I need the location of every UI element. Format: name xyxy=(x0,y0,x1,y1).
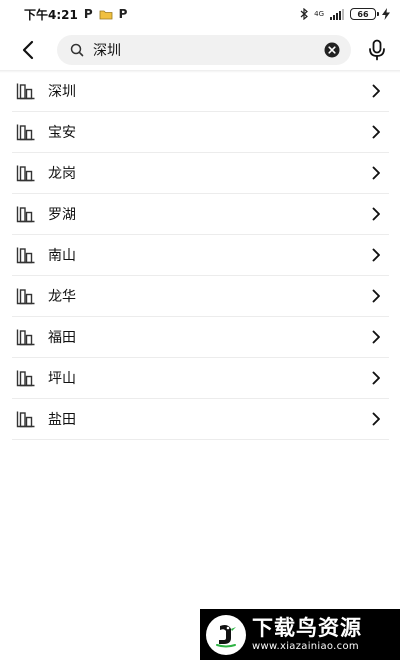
voice-search-button[interactable] xyxy=(364,36,390,64)
watermark-title: 下载鸟资源 xyxy=(252,616,362,641)
back-button[interactable] xyxy=(14,36,42,64)
result-item[interactable]: 盐田 xyxy=(12,399,389,440)
watermark-badge: 下载鸟资源 www.xiazainiao.com xyxy=(200,609,400,660)
result-item[interactable]: 福田 xyxy=(12,317,389,358)
status-left: 下午4:21 P P xyxy=(24,5,127,24)
result-label: 龙华 xyxy=(48,289,76,305)
result-label: 罗湖 xyxy=(48,207,76,223)
result-label: 宝安 xyxy=(48,125,76,141)
result-item[interactable]: 龙华 xyxy=(12,276,389,317)
building-icon xyxy=(15,245,37,265)
result-label: 深圳 xyxy=(48,84,76,100)
status-bar: 下午4:21 P P 4G 66 xyxy=(0,0,400,28)
result-label: 福田 xyxy=(48,330,76,346)
result-label: 盐田 xyxy=(48,412,76,428)
result-label: 坪山 xyxy=(48,371,76,387)
status-right: 4G 66 xyxy=(300,5,390,24)
battery-indicator: 66 xyxy=(350,8,379,20)
chevron-right-icon xyxy=(369,125,383,139)
screen: 下午4:21 P P 4G 66 深圳 深圳 宝安 龙岗 罗湖 南山 龙华 福田… xyxy=(0,0,400,660)
chevron-right-icon xyxy=(369,207,383,221)
building-icon xyxy=(15,327,37,347)
bluetooth-icon xyxy=(300,5,309,24)
arrow-left-icon xyxy=(22,40,34,60)
watermark-url: www.xiazainiao.com xyxy=(252,640,359,652)
result-item[interactable]: 龙岗 xyxy=(12,153,389,194)
chevron-right-icon xyxy=(369,330,383,344)
chevron-right-icon xyxy=(369,412,383,426)
status-time: 下午4:21 xyxy=(24,7,78,22)
result-item[interactable]: 坪山 xyxy=(12,358,389,399)
signal-icon xyxy=(330,5,344,24)
result-item[interactable]: 南山 xyxy=(12,235,389,276)
building-icon xyxy=(15,368,37,388)
building-icon xyxy=(15,163,37,183)
chevron-right-icon xyxy=(369,248,383,262)
bird-logo-icon xyxy=(206,614,246,655)
chevron-right-icon xyxy=(369,371,383,385)
result-item[interactable]: 宝安 xyxy=(12,112,389,153)
microphone-icon xyxy=(369,39,385,61)
clear-button[interactable] xyxy=(323,41,341,59)
chevron-right-icon xyxy=(369,84,383,98)
result-label: 龙岗 xyxy=(48,166,76,182)
building-icon xyxy=(15,81,37,101)
search-box[interactable] xyxy=(57,35,351,65)
chevron-right-icon xyxy=(369,289,383,303)
building-icon xyxy=(15,409,37,429)
charging-icon xyxy=(382,5,390,24)
parking-p-icon: P xyxy=(83,7,93,21)
network-type: 4G xyxy=(314,9,324,18)
result-list: 深圳宝安龙岗罗湖南山龙华福田坪山盐田 xyxy=(12,71,389,440)
building-icon xyxy=(15,122,37,142)
chevron-right-icon xyxy=(369,166,383,180)
result-item[interactable]: 罗湖 xyxy=(12,194,389,235)
result-item[interactable]: 深圳 xyxy=(12,71,389,112)
folder-icon xyxy=(99,5,113,24)
search-input[interactable] xyxy=(93,39,323,61)
watermark-text: 下载鸟资源 www.xiazainiao.com xyxy=(252,616,362,652)
building-icon xyxy=(15,286,37,306)
building-icon xyxy=(15,204,37,224)
clear-circle-icon xyxy=(324,42,340,58)
search-icon xyxy=(69,42,85,58)
parking-p-icon-2: P xyxy=(118,7,128,21)
result-label: 南山 xyxy=(48,248,76,264)
search-header xyxy=(0,30,400,70)
